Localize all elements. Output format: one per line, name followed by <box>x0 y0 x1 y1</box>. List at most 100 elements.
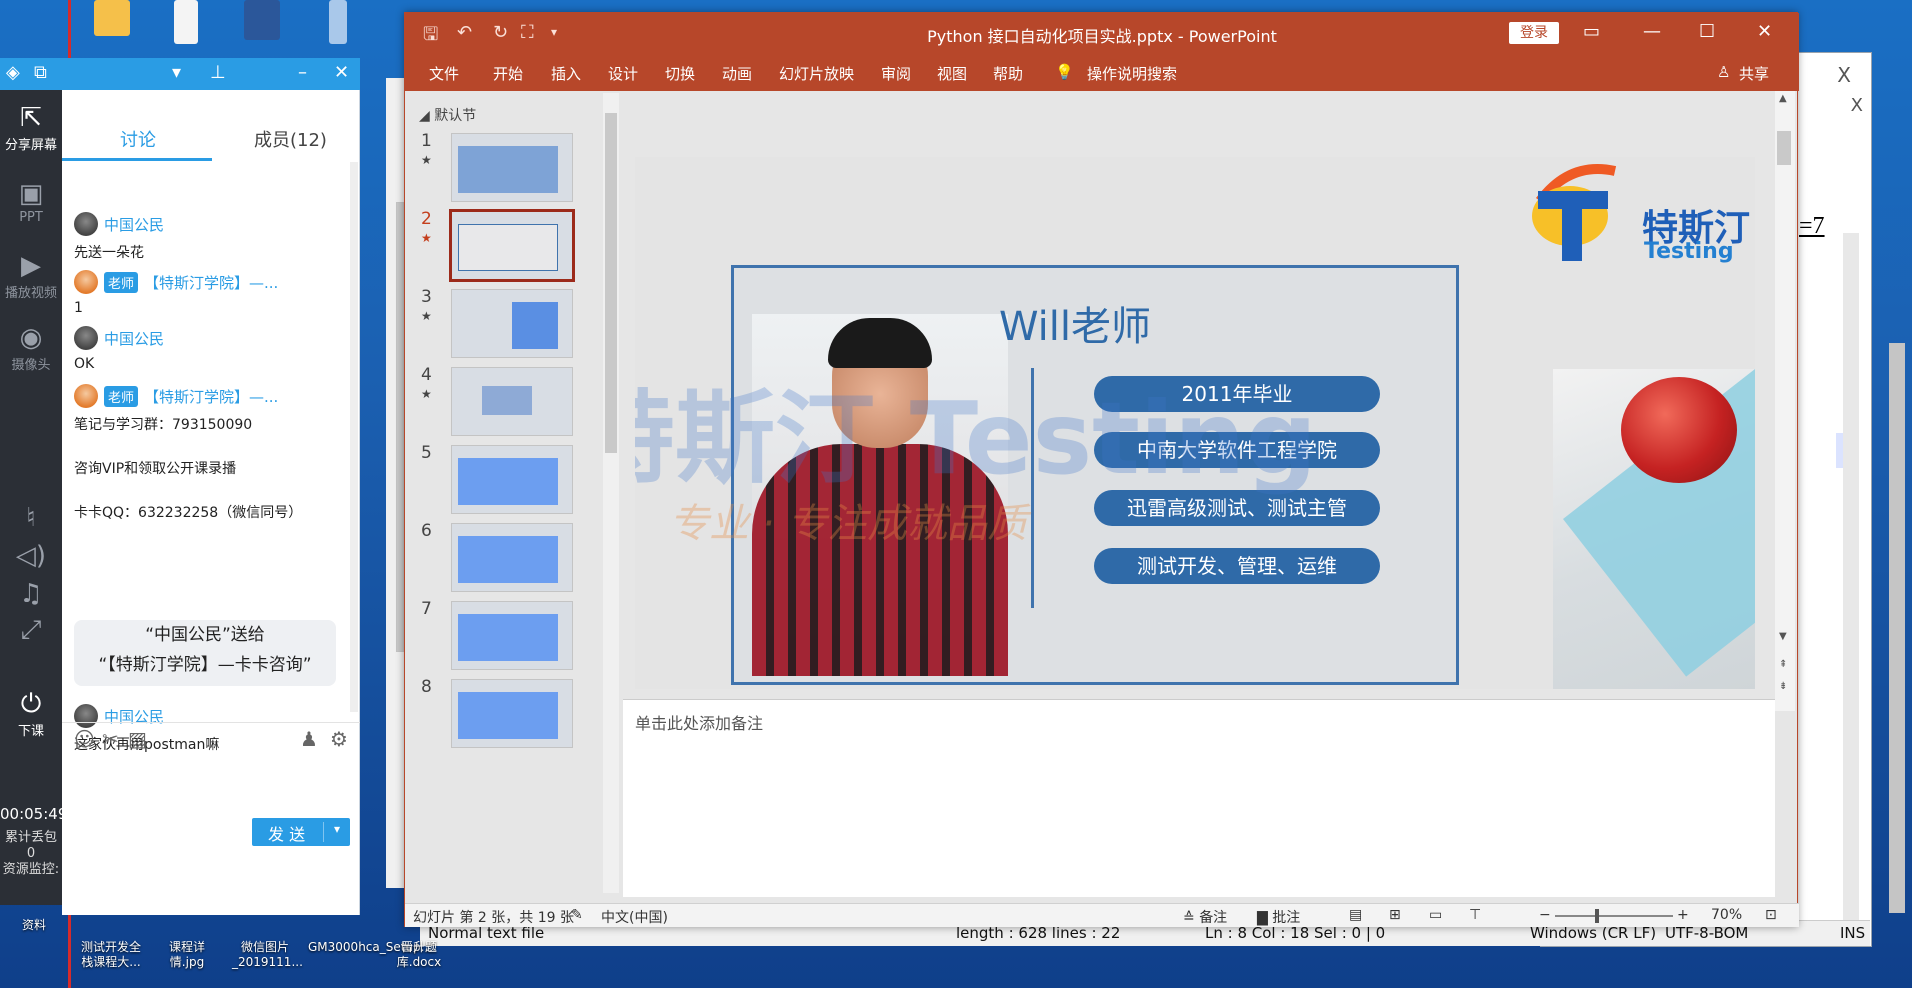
fullscreen-button[interactable]: ⤢ <box>0 614 62 646</box>
play-video-button[interactable]: ▶ 播放视频 <box>0 250 62 301</box>
resource-monitor-label: 资源监控: <box>2 862 60 877</box>
ppt-label: PPT <box>19 210 43 225</box>
section-header[interactable]: ◢ 默认节 <box>419 105 476 125</box>
close-icon[interactable]: X <box>1837 63 1851 87</box>
tab-slideshow[interactable]: 幻灯片放映 <box>779 63 854 84</box>
tell-me-search[interactable]: 操作说明搜索 <box>1087 63 1177 84</box>
slide-thumbnail[interactable] <box>451 289 573 358</box>
customize-icon[interactable]: ▾ <box>551 25 557 39</box>
minimize-icon[interactable]: – <box>298 62 307 83</box>
slide[interactable]: 特斯汀 Testing Will老师 2011年毕业 中南大学软件工程学院 迅雷… <box>635 157 1755 689</box>
notes-toggle[interactable]: ≙ 备注 <box>1183 907 1227 927</box>
editor-scrollbar[interactable] <box>1843 233 1905 943</box>
notes-pane[interactable]: 单击此处添加备注 <box>623 699 1775 897</box>
zoom-in-icon[interactable]: + <box>1677 907 1689 923</box>
fit-slide-icon[interactable]: ⊡ <box>1765 907 1777 923</box>
zoom-slider[interactable] <box>1555 915 1673 917</box>
scissors-icon[interactable]: ✂ <box>102 727 119 751</box>
sorter-view-icon[interactable]: ⊞ <box>1389 907 1401 923</box>
tab-animations[interactable]: 动画 <box>722 63 752 84</box>
close-icon[interactable]: X <box>1851 95 1863 116</box>
slide-thumbnail[interactable] <box>451 601 573 670</box>
maximize-icon[interactable]: ☐ <box>1699 21 1715 42</box>
chevron-down-icon[interactable]: ▼ <box>1779 631 1787 642</box>
spellcheck-icon[interactable]: ✎ <box>571 907 583 923</box>
popout-icon[interactable]: ⧉ <box>34 62 47 83</box>
slide-thumbnail[interactable] <box>451 445 573 514</box>
desktop-icon-folder[interactable] <box>82 0 142 38</box>
desktop-icon-label[interactable]: GM3000hca_Setup.... <box>308 940 436 955</box>
tab-review[interactable]: 审阅 <box>881 63 911 84</box>
ribbon-display-icon[interactable]: ▭ <box>1583 21 1600 42</box>
slide-thumbnail-selected[interactable] <box>449 209 575 282</box>
emoji-icon[interactable]: ☺ <box>74 727 95 751</box>
sender-name[interactable]: 【特斯汀学院】—... <box>144 272 278 293</box>
slide-thumbnail[interactable] <box>451 133 573 202</box>
end-class-button[interactable]: ⏻ 下课 <box>0 688 62 739</box>
next-slide-icon[interactable]: ⇟ <box>1779 681 1787 692</box>
tab-insert[interactable]: 插入 <box>551 63 581 84</box>
slide-scrollbar[interactable]: ▲ ▼ ⇞ ⇟ <box>1775 91 1795 711</box>
thumbnail-scrollbar[interactable] <box>603 93 619 893</box>
ribbon-tabs: 文件 开始 插入 设计 切换 动画 幻灯片放映 审阅 视图 帮助 💡 操作说明搜… <box>405 53 1799 91</box>
tab-file[interactable]: 文件 <box>429 63 459 84</box>
close-icon[interactable]: ✕ <box>334 62 349 83</box>
desktop-icon-doc[interactable] <box>156 0 216 46</box>
speaker-button[interactable]: ◁) <box>0 540 62 572</box>
pin-icon[interactable]: ⊥ <box>210 62 226 83</box>
redo-icon[interactable]: ↻ <box>493 22 508 43</box>
sender-name[interactable]: 【特斯汀学院】—... <box>144 386 278 407</box>
desktop-icon-file[interactable] <box>308 0 368 46</box>
desktop-icon-label[interactable]: 微信图片_2019111... <box>232 940 303 970</box>
tab-home[interactable]: 开始 <box>493 63 523 84</box>
minimize-icon[interactable]: — <box>1643 21 1661 42</box>
slide-thumbnail[interactable] <box>451 367 573 436</box>
mic-button[interactable]: ♮ <box>0 502 62 534</box>
tab-design[interactable]: 设计 <box>608 63 638 84</box>
reading-view-icon[interactable]: ▭ <box>1429 907 1442 923</box>
zoom-out-icon[interactable]: − <box>1539 907 1551 923</box>
send-button[interactable]: 发 送 ▾ <box>252 818 350 846</box>
present-icon[interactable]: ⛶ <box>521 22 534 43</box>
tab-view[interactable]: 视图 <box>937 63 967 84</box>
gear-icon[interactable]: ⚙ <box>330 727 348 751</box>
undo-icon[interactable]: ↶ <box>457 22 472 43</box>
share-button[interactable]: 共享 <box>1739 63 1769 84</box>
slide-number-label: 7 <box>421 599 432 619</box>
share-screen-button[interactable]: ⇱ 分享屏幕 <box>0 102 62 153</box>
chevron-down-icon[interactable]: ▾ <box>334 822 340 836</box>
ppt-statusbar: 幻灯片 第 2 张，共 19 张 ✎ 中文(中国) ≙ 备注 ▇ 批注 ▤ ⊞ … <box>405 903 1799 927</box>
login-button[interactable]: 登录 <box>1509 22 1559 44</box>
tab-help[interactable]: 帮助 <box>993 63 1023 84</box>
chevron-up-icon[interactable]: ▲ <box>1779 93 1787 104</box>
sender-name[interactable]: 中国公民 <box>104 214 164 235</box>
desktop-icon-label[interactable]: 课程详情.jpg <box>156 940 218 970</box>
zoom-slider-thumb[interactable] <box>1595 909 1599 923</box>
desktop-icon-label[interactable]: 晋升题库.docx <box>388 940 450 970</box>
tab-members[interactable]: 成员(12) <box>254 126 327 152</box>
mute-user-icon[interactable]: ♟ <box>300 727 318 751</box>
camera-button[interactable]: ◉ 摄像头 <box>0 322 62 373</box>
desktop-icon-word[interactable] <box>232 0 292 42</box>
chat-scrollbar[interactable] <box>350 162 404 712</box>
music-button[interactable]: ♫ <box>0 578 62 610</box>
desktop-icon-label[interactable]: 资料 <box>14 918 54 933</box>
image-icon[interactable]: ▨ <box>128 727 147 751</box>
slide-thumbnail[interactable] <box>451 523 573 592</box>
zoom-level[interactable]: 70% <box>1711 907 1742 923</box>
chevron-down-icon[interactable]: ▾ <box>172 62 181 83</box>
settings-icon[interactable]: ◈ <box>6 62 20 83</box>
save-icon[interactable]: 🖫 <box>423 22 438 52</box>
tab-transitions[interactable]: 切换 <box>665 63 695 84</box>
language-info[interactable]: 中文(中国) <box>601 907 668 927</box>
ppt-button[interactable]: ▣ PPT <box>0 178 62 225</box>
sender-name[interactable]: 中国公民 <box>104 328 164 349</box>
slide-thumbnail[interactable] <box>451 679 573 748</box>
tab-discussion[interactable]: 讨论 <box>120 126 156 152</box>
prev-slide-icon[interactable]: ⇞ <box>1779 659 1787 670</box>
normal-view-icon[interactable]: ▤ <box>1349 907 1362 923</box>
close-icon[interactable]: ✕ <box>1757 21 1772 42</box>
desktop-icon-label[interactable]: 测试开发全栈课程大... <box>78 940 144 970</box>
slideshow-view-icon[interactable]: ⊤ <box>1469 907 1481 923</box>
comments-toggle[interactable]: ▇ 批注 <box>1257 907 1300 927</box>
